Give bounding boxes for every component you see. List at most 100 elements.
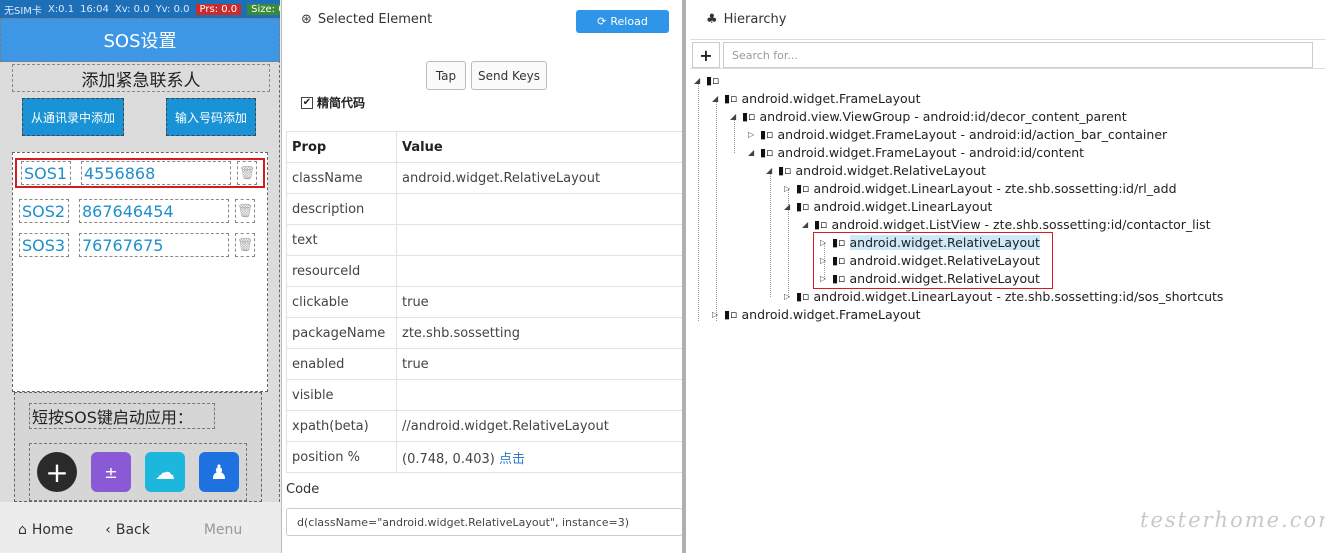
contact-number: 867646454 [79,199,229,223]
calculator-icon[interactable]: ± [91,452,131,492]
prop-value: true [396,286,682,318]
prop-name: text [286,224,397,256]
table-row: clickable true [286,286,682,318]
tree-node[interactable]: ◢ ▮▫ [694,71,724,89]
tree-icon: ♣ [706,12,718,27]
expanded-icon[interactable]: ◢ [712,94,720,103]
cloud-icon[interactable]: ☁ [145,452,185,492]
trash-icon[interactable]: 🗑 [235,199,255,223]
expand-all-button[interactable]: + [692,42,720,68]
status-time: 16:04 [80,3,109,15]
add-app-icon[interactable]: + [37,452,77,492]
prop-value [396,255,682,287]
back-label: Back [115,521,150,538]
tree-node[interactable]: ◢ ▮▫ android.widget.RelativeLayout [766,161,986,179]
expanded-icon[interactable]: ◢ [766,166,774,175]
sos-shortcuts-panel: 短按SOS键启动应用： + ± ☁ ♟ [14,392,262,502]
prop-name: xpath(beta) [286,410,397,442]
expanded-icon[interactable]: ◢ [784,202,792,211]
properties-table: Prop Value className android.widget.Relat… [286,131,682,473]
contact-row[interactable]: SOS2 867646454 🗑 [15,196,265,226]
prop-name: enabled [286,348,397,380]
tap-button[interactable]: Tap [426,61,466,90]
collapsed-icon[interactable]: ▷ [784,184,792,193]
back-button[interactable]: ‹ Back [105,522,150,538]
qq-penguin-icon[interactable]: ♟ [199,452,239,492]
hierarchy-search-input[interactable] [723,42,1313,68]
expanded-icon[interactable]: ◢ [748,148,756,157]
chevron-left-icon: ‹ [105,521,111,538]
trash-icon[interactable]: 🗑 [235,233,255,257]
prop-name: packageName [286,317,397,349]
device-screen[interactable]: 无SIM卡 X:0.1 16:04 Xv: 0.0 Yv: 0.0 Prs: 0… [0,0,280,502]
node-icon: ▮▫ [724,307,738,321]
prop-name: description [286,193,397,225]
contact-number: 76767675 [79,233,229,257]
reload-button[interactable]: ⟳ Reload [576,10,669,33]
collapsed-icon[interactable]: ▷ [712,310,720,319]
simplify-code-option[interactable]: ✔ 精简代码 [301,94,365,111]
panel-title: Hierarchy [723,12,787,27]
node-icon: ▮▫ [706,73,720,87]
menu-button[interactable]: Menu [204,522,242,538]
prop-value: zte.shb.sossetting [396,317,682,349]
expanded-icon[interactable]: ◢ [802,220,810,229]
selected-element-panel: ⊛ Selected Element ⟳ Reload Tap Send Key… [283,0,686,553]
contact-name: SOS1 [21,161,71,185]
watermark: testerhome.com [1140,508,1325,532]
device-screen-panel: 无SIM卡 X:0.1 16:04 Xv: 0.0 Yv: 0.0 Prs: 0… [0,0,282,553]
node-icon: ▮▫ [724,91,738,105]
column-header: Prop [286,131,397,163]
highlight-box [813,232,1053,289]
panel-header: ⊛ Selected Element [301,12,432,27]
tree-node[interactable]: ◢ ▮▫ android.widget.FrameLayout [712,89,921,107]
expanded-icon[interactable]: ◢ [730,112,738,121]
hierarchy-tree: ◢ ▮▫ ◢ ▮▫ android.widget.FrameLayout ◢ ▮▫ and… [690,68,1325,553]
collapsed-icon[interactable]: ▷ [748,130,756,139]
prop-value [396,224,682,256]
node-icon: ▮▫ [796,289,810,303]
add-from-contacts-button[interactable]: 从通讯录中添加 [22,98,124,136]
tree-guide [698,81,699,321]
collapsed-icon[interactable]: ▷ [784,292,792,301]
column-header: Value [396,131,682,163]
home-button[interactable]: ⌂ Home [18,522,73,538]
position-value: (0.748, 0.403) [402,451,495,467]
table-header-row: Prop Value [286,131,682,163]
prop-value [396,379,682,411]
trash-icon[interactable]: 🗑 [237,161,257,185]
add-by-number-button[interactable]: 输入号码添加 [166,98,256,136]
tree-node[interactable]: ◢ ▮▫ android.widget.ListView - zte.shb.sos… [802,215,1211,233]
size-badge: Size: 0.00 [247,3,280,15]
table-row: description [286,193,682,225]
carrier-text: 无SIM卡 [4,5,42,17]
contact-row[interactable]: SOS3 76767675 🗑 [15,230,265,260]
prop-value: android.widget.RelativeLayout [396,162,682,194]
percent-icon[interactable]: % [348,450,360,465]
prop-name: position % [286,441,397,473]
click-position-link[interactable]: 点击 [499,452,525,467]
table-row: enabled true [286,348,682,380]
device-nav-bar: ⌂ Home ‹ Back Menu [0,506,281,553]
contact-row-selected[interactable]: SOS1 4556868 🗑 [15,158,265,188]
code-field[interactable]: d(className="android.widget.RelativeLayo… [286,508,682,536]
contact-name: SOS3 [19,233,69,257]
pressure-badge: Prs: 0.0 [195,3,242,15]
app-root: 无SIM卡 X:0.1 16:04 Xv: 0.0 Yv: 0.0 Prs: 0… [0,0,1325,553]
tree-node[interactable]: ▷ ▮▫ android.widget.FrameLayout [712,305,921,323]
simplify-code-label: 精简代码 [317,96,366,110]
tree-node[interactable]: ◢ ▮▫ android.widget.LinearLayout [784,197,992,215]
target-icon: ⊛ [301,12,312,27]
tree-node[interactable]: ◢ ▮▫ android.widget.FrameLayout - android:… [748,143,1084,161]
tree-node[interactable]: ▷ ▮▫ android.widget.LinearLayout - zte.shb… [784,179,1177,197]
tree-node[interactable]: ▷ ▮▫ android.widget.LinearLayout - zte.shb… [784,287,1223,305]
send-keys-button[interactable]: Send Keys [471,61,547,90]
status-field: Xv: 0.0 [114,3,150,15]
device-status-bar: 无SIM卡 X:0.1 16:04 Xv: 0.0 Yv: 0.0 Prs: 0… [0,0,280,18]
node-icon: ▮▫ [742,109,756,123]
tree-node[interactable]: ◢ ▮▫ android.view.ViewGroup - android:id/d… [730,107,1127,125]
expanded-icon[interactable]: ◢ [694,76,702,85]
tree-node[interactable]: ▷ ▮▫ android.widget.FrameLayout - android:… [748,125,1167,143]
checkbox-checked-icon[interactable]: ✔ [301,96,313,109]
table-row: visible [286,379,682,411]
